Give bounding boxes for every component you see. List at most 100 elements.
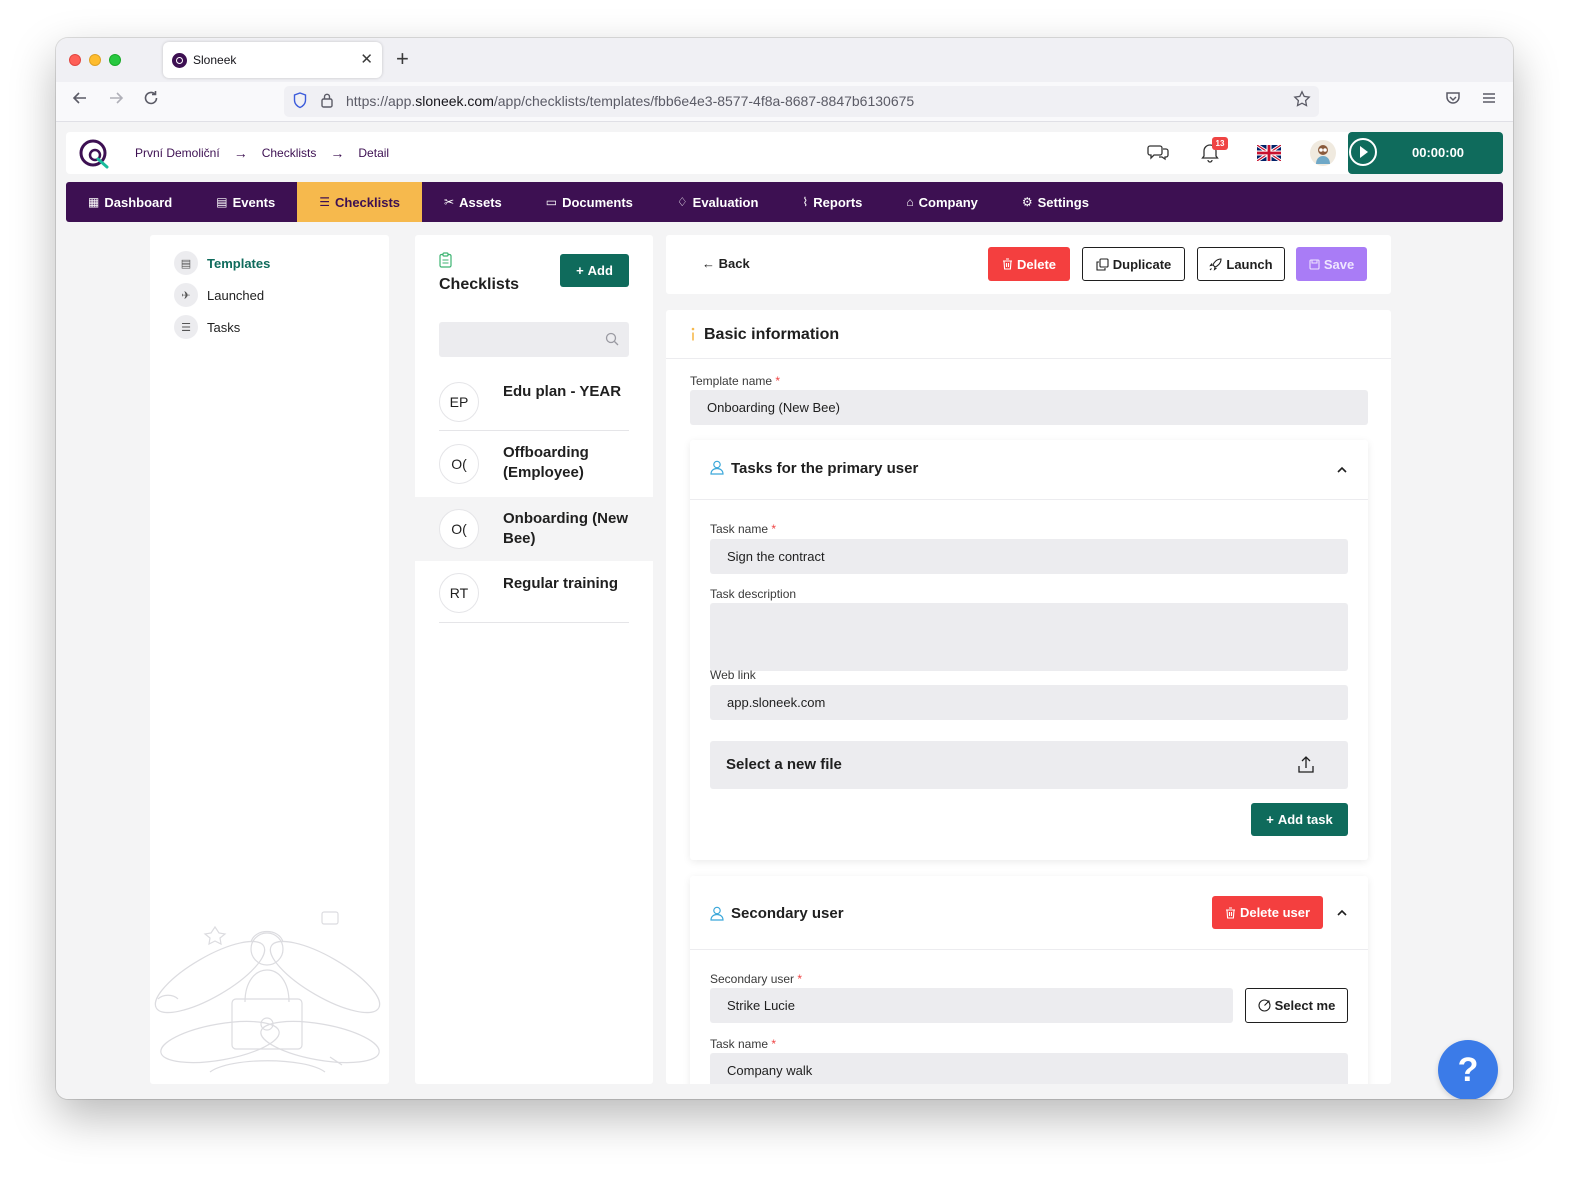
launch-button[interactable]: Launch	[1197, 247, 1285, 281]
bookmark-star-icon[interactable]	[1293, 90, 1311, 113]
plus-icon: +	[576, 263, 584, 278]
browser-tab[interactable]: Sloneek ✕	[163, 42, 382, 78]
template-name-input[interactable]: Onboarding (New Bee)	[690, 390, 1368, 425]
app-menu-icon[interactable]	[1480, 89, 1498, 112]
delete-button[interactable]: Delete	[988, 247, 1070, 281]
window-zoom-button[interactable]	[109, 54, 121, 66]
task-description-textarea[interactable]	[710, 603, 1348, 671]
card-header-divider	[690, 949, 1368, 950]
clipboard-list-icon	[439, 252, 452, 268]
menu-item-events[interactable]: ▤ Events	[194, 182, 297, 222]
evaluation-icon: ♢	[676, 195, 688, 209]
task-name-label: Task name *	[710, 522, 777, 536]
breadcrumb-arrow-icon: →	[233, 145, 248, 161]
task-list-icon: ☰	[174, 315, 198, 339]
checklist-search-input[interactable]	[439, 322, 629, 357]
info-icon	[691, 327, 695, 341]
window-close-button[interactable]	[69, 54, 81, 66]
menu-item-assets[interactable]: ✂ Assets	[422, 182, 524, 222]
menu-item-reports[interactable]: ⌇ Reports	[780, 182, 884, 222]
sidebar-item-tasks[interactable]: ☰ Tasks	[174, 315, 240, 339]
menu-item-checklists[interactable]: ☰ Checklists	[297, 182, 423, 222]
delete-user-button[interactable]: Delete user	[1212, 896, 1323, 929]
new-tab-button[interactable]: +	[396, 46, 409, 72]
lock-icon[interactable]	[320, 92, 334, 109]
select-me-button[interactable]: Select me	[1245, 988, 1348, 1023]
sloneek-logo-icon[interactable]	[78, 136, 112, 170]
back-arrow-icon[interactable]	[71, 89, 89, 112]
pocket-icon[interactable]	[1444, 89, 1462, 112]
list-item[interactable]: EP Edu plan - YEAR	[415, 375, 653, 431]
tracking-shield-icon[interactable]	[293, 92, 307, 109]
task-description-label: Task description	[710, 587, 797, 601]
menu-item-settings[interactable]: ⚙ Settings	[1000, 182, 1111, 222]
list-check-icon: ☰	[319, 195, 330, 209]
menu-item-company[interactable]: ⌂ Company	[884, 182, 999, 222]
secondary-user-input[interactable]: Strike Lucie	[710, 988, 1233, 1023]
chat-icon[interactable]	[1146, 140, 1170, 164]
save-button[interactable]: Save	[1296, 247, 1367, 281]
duplicate-button[interactable]: Duplicate	[1082, 247, 1185, 281]
url-text[interactable]: https://app.sloneek.com/app/checklists/t…	[346, 93, 914, 109]
search-icon[interactable]	[605, 332, 619, 346]
template-name-label: Template name *	[690, 374, 781, 388]
timer-value: 00:00:00	[1412, 145, 1465, 160]
window-minimize-button[interactable]	[89, 54, 101, 66]
breadcrumb-arrow-icon: →	[330, 145, 345, 161]
calendar-icon: ▤	[216, 195, 228, 209]
checklist-initials-avatar: O(	[439, 444, 479, 484]
sidebar-item-launched[interactable]: ✈ Launched	[174, 283, 264, 307]
upload-icon[interactable]	[1297, 755, 1315, 774]
list-item-selected[interactable]: O( Onboarding (New Bee)	[415, 497, 653, 561]
rocket-icon	[1209, 257, 1222, 271]
chart-line-icon: ⌇	[802, 195, 809, 209]
task-name-input[interactable]: Sign the contract	[710, 539, 1348, 574]
web-link-input[interactable]: app.sloneek.com	[710, 685, 1348, 720]
time-tracker[interactable]: 00:00:00	[1348, 132, 1503, 174]
sloneek-favicon-icon	[172, 53, 187, 68]
select-file-label: Select a new file	[726, 756, 842, 773]
primary-user-tasks-card: Tasks for the primary user Task name * S…	[690, 440, 1368, 860]
template-detail-panel: Basic information Template name * Onboar…	[666, 310, 1391, 1084]
breadcrumb: První Demoliční → Checklists → Detail	[135, 145, 389, 161]
checklists-sidebar: ▤ Templates ✈ Launched ☰ Tasks	[150, 235, 389, 1084]
secondary-task-name-input[interactable]: Company walk	[710, 1053, 1348, 1084]
menu-item-documents[interactable]: ▭ Documents	[524, 182, 655, 222]
chevron-up-icon[interactable]	[1336, 907, 1348, 919]
url-bar[interactable]: https://app.sloneek.com/app/checklists/t…	[284, 86, 1319, 117]
checklists-panel: Checklists + Add EP Edu plan - YEAR O( O…	[415, 235, 653, 1084]
breadcrumb-company[interactable]: První Demoliční	[135, 146, 220, 160]
user-avatar[interactable]	[1310, 140, 1336, 166]
app-root: První Demoliční → Checklists → Detail 13	[56, 123, 1513, 1099]
file-upload-dropzone[interactable]: Select a new file	[710, 741, 1348, 789]
breadcrumb-checklists[interactable]: Checklists	[262, 146, 317, 160]
app-topbar: První Demoliční → Checklists → Detail 13	[66, 132, 1503, 174]
target-icon	[1258, 999, 1271, 1012]
uk-flag-icon[interactable]	[1257, 145, 1281, 161]
menu-item-evaluation[interactable]: ♢ Evaluation	[655, 182, 781, 222]
tab-close-icon[interactable]: ✕	[360, 50, 373, 68]
trash-icon	[1002, 258, 1012, 270]
add-checklist-button[interactable]: + Add	[560, 254, 629, 287]
menu-item-dashboard[interactable]: ▦ Dashboard	[66, 182, 194, 222]
add-task-button[interactable]: + Add task	[1251, 803, 1348, 836]
detail-actions-bar: ← Back Delete Duplicate Launch Save	[666, 235, 1391, 294]
chevron-up-icon[interactable]	[1336, 464, 1348, 476]
clipboard-icon: ▤	[174, 251, 198, 275]
web-link-label: Web link	[710, 668, 756, 682]
list-divider	[439, 622, 629, 623]
breadcrumb-detail[interactable]: Detail	[358, 146, 389, 160]
play-icon[interactable]	[1349, 138, 1377, 166]
list-item[interactable]: O( Offboarding (Employee)	[415, 431, 653, 496]
secondary-task-name-label: Task name *	[710, 1037, 777, 1051]
reload-icon[interactable]	[142, 89, 160, 112]
help-button[interactable]: ?	[1438, 1040, 1498, 1099]
copy-icon	[1096, 257, 1109, 271]
section-divider	[666, 358, 1391, 359]
back-button[interactable]: ← Back	[702, 256, 750, 271]
person-laptop-illustration	[154, 911, 381, 1073]
forward-arrow-icon[interactable]	[107, 89, 125, 112]
sidebar-item-templates[interactable]: ▤ Templates	[174, 251, 270, 275]
checklist-initials-avatar: EP	[439, 382, 479, 422]
list-item[interactable]: RT Regular training	[415, 561, 653, 623]
